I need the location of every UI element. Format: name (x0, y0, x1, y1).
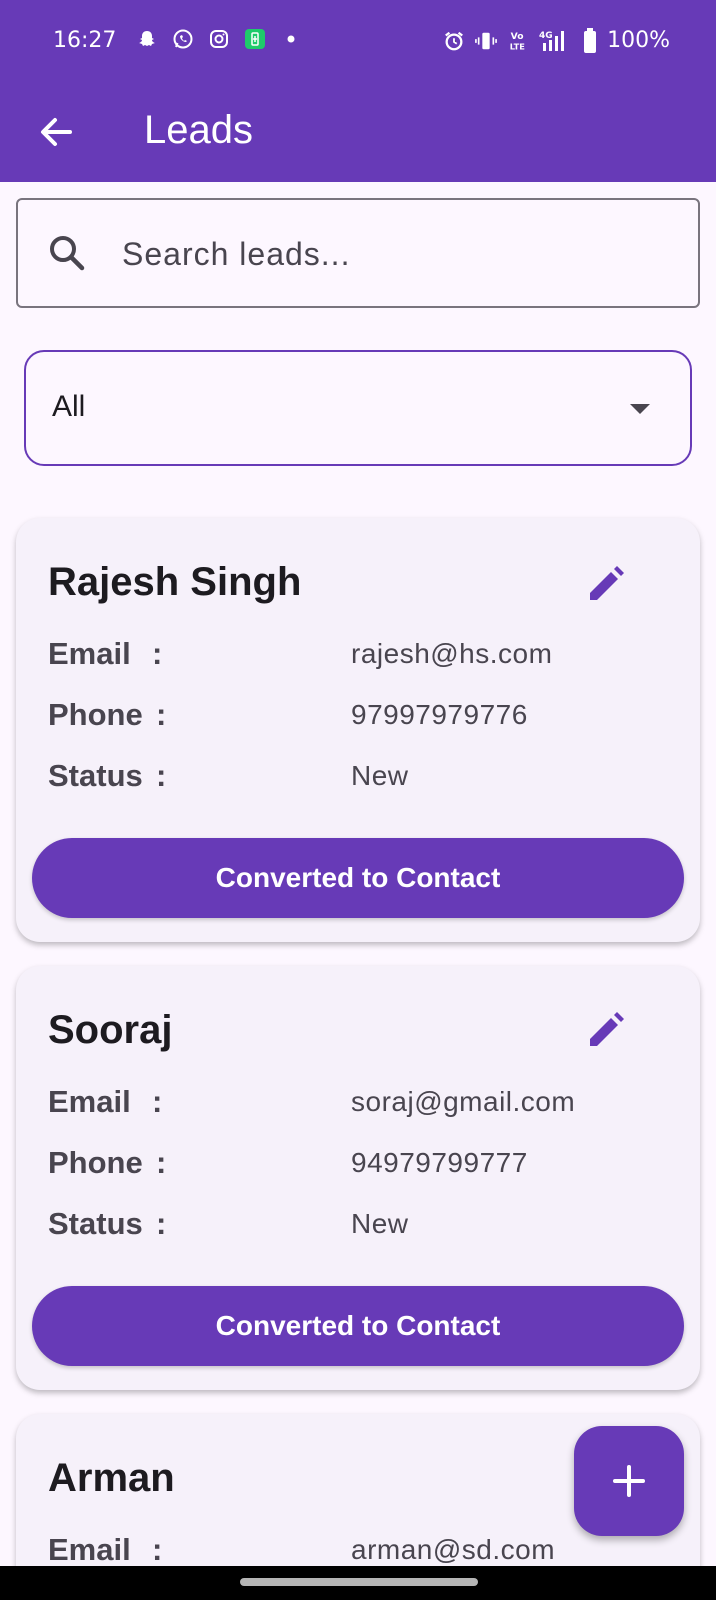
status-colon: : (156, 758, 167, 793)
edit-icon (590, 566, 624, 600)
lead-email: soraj@gmail.com (351, 1086, 576, 1117)
search-icon (50, 236, 85, 271)
system-icons: Vo LTE 4G 100% (443, 27, 670, 53)
phone-label: Phone (48, 697, 143, 732)
search-field[interactable] (16, 198, 700, 308)
phone-label: Phone (48, 1145, 143, 1180)
lead-email: rajesh@hs.com (351, 638, 553, 669)
lead-status: New (351, 760, 409, 791)
svg-text:4G: 4G (539, 31, 553, 41)
lead-name: Arman (48, 1456, 175, 1500)
lead-name: Sooraj (48, 1008, 173, 1052)
status-filter-dropdown[interactable]: All (24, 350, 692, 466)
email-colon: : (152, 1084, 163, 1119)
lead-status: New (351, 1208, 409, 1239)
status-bar: 16:27 Vo LTE 4G 100% (0, 0, 716, 84)
signal-4g-icon: 4G (539, 30, 573, 52)
status-time: 16:27 (53, 28, 117, 53)
instagram-icon (208, 28, 230, 50)
battery-saver-icon (244, 28, 266, 50)
convert-to-contact-button[interactable]: Converted to Contact (32, 1286, 684, 1366)
volte-icon: Vo LTE (507, 30, 529, 52)
whatsapp-icon (172, 28, 194, 50)
phone-colon: : (156, 697, 167, 732)
home-gesture-handle[interactable] (240, 1578, 478, 1586)
page-title: Leads (144, 108, 253, 152)
svg-text:LTE: LTE (510, 41, 526, 51)
email-label: Email (48, 636, 131, 671)
lead-card: Sooraj Email : soraj@gmail.com Phone : 9… (16, 966, 700, 1390)
lead-card: Rajesh Singh Email : rajesh@hs.com Phone… (16, 518, 700, 942)
convert-to-contact-button[interactable]: Converted to Contact (32, 838, 684, 918)
notification-icons (136, 28, 302, 50)
lead-phone: 94979799777 (351, 1147, 528, 1178)
phone-colon: : (156, 1145, 167, 1180)
battery-icon (583, 27, 597, 53)
lead-name: Rajesh Singh (48, 560, 302, 604)
edit-button[interactable] (582, 560, 630, 608)
vibrate-icon (475, 30, 498, 52)
dropdown-arrow-icon (630, 404, 650, 414)
email-colon: : (152, 636, 163, 671)
email-label: Email (48, 1084, 131, 1119)
system-nav-bar (0, 1566, 716, 1600)
snapchat-icon (136, 28, 158, 50)
arrow-back-icon (41, 118, 72, 146)
plus-icon (613, 1465, 645, 1497)
dot-icon (280, 28, 302, 50)
add-lead-button[interactable] (574, 1426, 684, 1536)
search-input[interactable] (122, 228, 662, 280)
status-label: Status (48, 758, 143, 793)
email-colon: : (152, 1532, 163, 1567)
status-colon: : (156, 1206, 167, 1241)
status-label: Status (48, 1206, 143, 1241)
battery-percent: 100% (607, 28, 670, 53)
email-label: Email (48, 1532, 131, 1567)
app-bar: Leads (0, 84, 716, 182)
lead-phone: 97997979776 (351, 699, 528, 730)
edit-icon (590, 1012, 624, 1046)
dropdown-selected-value: All (52, 390, 86, 423)
alarm-icon (443, 30, 465, 52)
edit-button[interactable] (582, 1006, 630, 1054)
lead-email: arman@sd.com (351, 1534, 556, 1565)
back-button[interactable] (30, 106, 82, 158)
